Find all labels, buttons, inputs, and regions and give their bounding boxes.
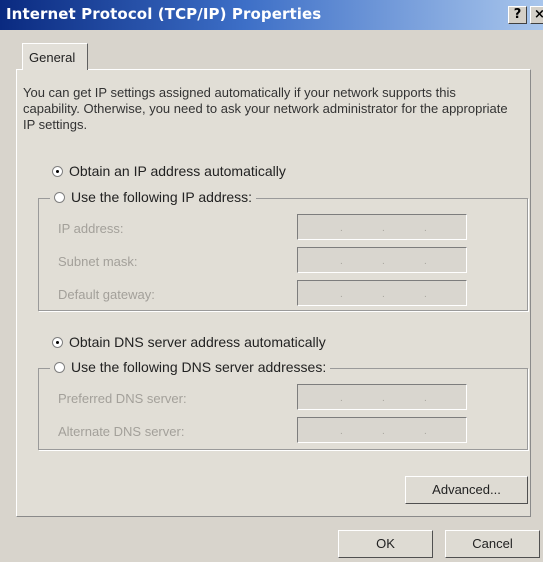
octet-separator: . <box>382 256 385 267</box>
window-title: Internet Protocol (TCP/IP) Properties <box>6 5 322 23</box>
default-gateway-input[interactable]: . . . <box>297 280 467 306</box>
use-following-ip-radio[interactable]: Use the following IP address: <box>50 189 257 205</box>
help-icon: ? <box>513 7 522 22</box>
octet-separator: . <box>340 256 343 267</box>
description-text: You can get IP settings assigned automat… <box>23 85 508 132</box>
octet-separator: . <box>424 289 427 300</box>
close-button[interactable]: × <box>530 6 543 24</box>
octet-separator: . <box>424 223 427 234</box>
radio-unchecked-icon <box>54 362 65 373</box>
subnet-mask-input[interactable]: . . . <box>297 247 467 273</box>
obtain-dns-auto-radio[interactable]: Obtain DNS server address automatically <box>52 334 326 350</box>
octet-separator: . <box>340 426 343 437</box>
radio-checked-icon <box>52 337 63 348</box>
radio-unchecked-icon <box>54 192 65 203</box>
octet-separator: . <box>424 426 427 437</box>
octet-separator: . <box>382 393 385 404</box>
advanced-button[interactable]: Advanced... <box>405 476 528 504</box>
use-following-ip-label: Use the following IP address: <box>71 189 253 205</box>
ip-address-input[interactable]: . . . <box>297 214 467 240</box>
preferred-dns-input[interactable]: . . . <box>297 384 467 410</box>
radio-checked-icon <box>52 166 63 177</box>
octet-separator: . <box>382 426 385 437</box>
obtain-ip-auto-label: Obtain an IP address automatically <box>69 163 286 179</box>
preferred-dns-label: Preferred DNS server: <box>58 391 187 406</box>
tcpip-properties-dialog: Internet Protocol (TCP/IP) Properties ? … <box>0 0 543 562</box>
use-following-dns-label: Use the following DNS server addresses: <box>71 359 327 375</box>
octet-separator: . <box>340 393 343 404</box>
octet-separator: . <box>424 393 427 404</box>
use-following-dns-radio[interactable]: Use the following DNS server addresses: <box>50 359 331 375</box>
tab-general[interactable]: General <box>22 43 88 70</box>
octet-separator: . <box>382 289 385 300</box>
alternate-dns-label: Alternate DNS server: <box>58 424 185 439</box>
help-button[interactable]: ? <box>508 6 527 24</box>
ok-button[interactable]: OK <box>338 530 433 558</box>
octet-separator: . <box>340 289 343 300</box>
octet-separator: . <box>340 223 343 234</box>
cancel-button[interactable]: Cancel <box>445 530 540 558</box>
close-icon: × <box>534 7 543 22</box>
obtain-ip-auto-radio[interactable]: Obtain an IP address automatically <box>52 163 286 179</box>
alternate-dns-input[interactable]: . . . <box>297 417 467 443</box>
subnet-mask-label: Subnet mask: <box>58 254 138 269</box>
title-bar[interactable]: Internet Protocol (TCP/IP) Properties ? … <box>0 0 543 30</box>
default-gateway-label: Default gateway: <box>58 287 155 302</box>
octet-separator: . <box>382 223 385 234</box>
octet-separator: . <box>424 256 427 267</box>
ip-address-label: IP address: <box>58 221 124 236</box>
obtain-dns-auto-label: Obtain DNS server address automatically <box>69 334 326 350</box>
